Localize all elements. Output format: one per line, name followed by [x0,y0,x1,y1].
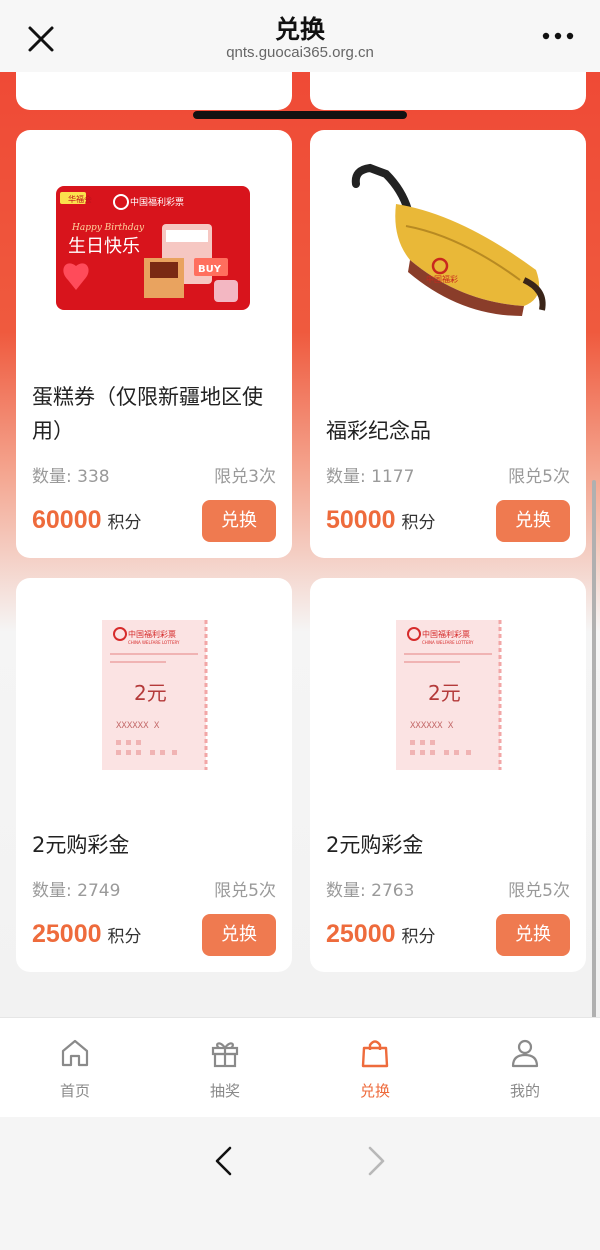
tab-lottery[interactable]: 抽奖 [150,1018,300,1118]
gift-icon [211,1042,239,1068]
product-price: 50000 积分 [326,506,436,534]
waist-bag-image: 中国福彩 [351,163,546,316]
shopping-bag-icon [361,1040,389,1068]
user-icon [511,1039,539,1068]
product-price: 25000 积分 [32,920,142,948]
product-name: 蛋糕券（仅限新疆地区使用） [32,385,263,443]
svg-text:2元: 2元 [134,681,167,705]
svg-text:中国福利彩票: 中国福利彩票 [130,196,184,208]
lottery-ticket-image: 中国福利彩票 CHINA WELFARE LOTTERY 2元 XXXXXX X [102,620,208,770]
svg-text:XXXXXX X: XXXXXX X [410,721,454,731]
home-indicator [193,111,407,119]
tab-exchange[interactable]: 兑换 [300,1018,450,1118]
svg-text:BUY: BUY [198,264,222,275]
product-card[interactable]: 中国福利彩票 CHINA WELFARE LOTTERY 2元 XXXXXX X… [310,578,586,972]
svg-text:生日快乐: 生日快乐 [68,236,140,257]
product-card[interactable]: 华福会 中国福利彩票 Happy Birthday 生日快乐 BUY 蛋糕券（仅… [16,130,292,558]
svg-text:中国福利彩票: 中国福利彩票 [422,629,470,639]
product-name: 福彩纪念品 [326,419,431,443]
exchange-button[interactable]: 兑换 [496,500,570,542]
product-limit: 限兑5次 [214,881,276,901]
product-card-partial-left: 120000积分 兑换 [16,72,292,110]
svg-text:2元: 2元 [428,681,461,705]
tab-label: 抽奖 [209,1082,240,1100]
product-limit: 限兑3次 [214,467,276,487]
product-limit: 限兑5次 [508,467,570,487]
product-price: 25000 积分 [326,920,436,948]
exchange-button[interactable]: 兑换 [496,914,570,956]
product-card-partial-right: 80000积分 兑换 [310,72,586,110]
product-quantity: 数量: 2763 [326,881,415,901]
bottom-tab-bar: 首页 抽奖 兑换 我的 [0,1017,600,1117]
lottery-ticket-image: 中国福利彩票 CHINA WELFARE LOTTERY 2元 XXXXXX X [396,620,502,770]
tab-label: 我的 [509,1082,540,1100]
tab-label: 兑换 [359,1082,390,1100]
cake-voucher-image: 华福会 中国福利彩票 Happy Birthday 生日快乐 BUY [56,186,250,310]
page-title: 兑换 [274,15,325,44]
more-icon[interactable] [540,24,576,48]
exchange-list[interactable]: 120000积分 兑换 80000积分 兑换 华福会 中国福利彩票 Happy … [0,72,600,1017]
product-card[interactable]: 中国福彩 福彩纪念品 数量: 1177 限兑5次 50000 积分 兑换 [310,130,586,558]
browser-header: 兑换 qnts.guocai365.org.cn [0,0,600,72]
svg-text:中国福彩: 中国福彩 [426,274,458,284]
svg-text:XXXXXX X: XXXXXX X [116,721,160,731]
product-card[interactable]: 中国福利彩票 CHINA WELFARE LOTTERY 2元 XXXXXX X… [16,578,292,972]
scrollbar[interactable] [592,480,596,1110]
exchange-button[interactable]: 兑换 [202,914,276,956]
product-quantity: 数量: 1177 [326,467,415,487]
browser-nav-bar [0,1117,600,1250]
product-limit: 限兑5次 [508,881,570,901]
product-name: 2元购彩金 [326,833,424,857]
product-price: 60000 积分 [32,506,142,534]
chevron-left-icon[interactable] [206,1143,242,1179]
home-icon [61,1039,89,1067]
svg-text:CHINA WELFARE LOTTERY: CHINA WELFARE LOTTERY [422,640,474,645]
product-name: 2元购彩金 [32,833,130,857]
page-url: qnts.guocai365.org.cn [226,44,374,61]
product-quantity: 数量: 2749 [32,881,121,901]
tab-label: 首页 [59,1082,90,1100]
svg-text:华福会: 华福会 [68,194,92,204]
tab-profile[interactable]: 我的 [450,1018,600,1118]
product-quantity: 数量: 338 [32,467,110,487]
tab-home[interactable]: 首页 [0,1018,150,1118]
svg-text:CHINA WELFARE LOTTERY: CHINA WELFARE LOTTERY [128,640,180,645]
chevron-right-icon [368,1146,385,1176]
svg-text:Happy Birthday: Happy Birthday [71,223,145,233]
svg-text:中国福利彩票: 中国福利彩票 [128,629,176,639]
exchange-button[interactable]: 兑换 [202,500,276,542]
